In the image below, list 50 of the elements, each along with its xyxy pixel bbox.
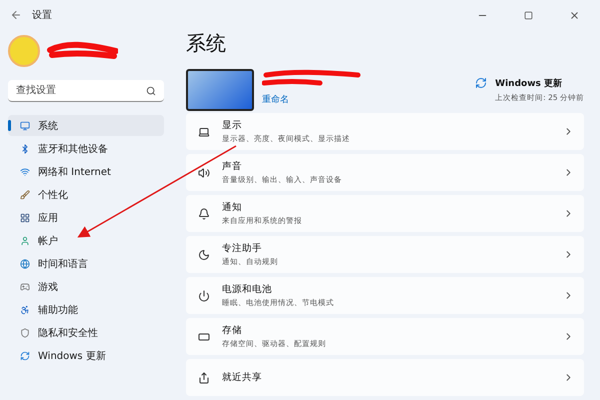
- device-image: [186, 69, 254, 111]
- card-title: 通知: [222, 201, 243, 214]
- card-title: 就近共享: [222, 371, 263, 384]
- settings-card[interactable]: 就近共享: [186, 359, 584, 396]
- nav-icon: [20, 190, 30, 200]
- card-icon: [198, 372, 210, 384]
- avatar: [8, 35, 40, 67]
- nav-icon: [20, 120, 30, 130]
- sidebar-item[interactable]: 时间和语言: [8, 253, 164, 274]
- search-field[interactable]: 查找设置: [8, 80, 164, 102]
- sidebar-item[interactable]: 蓝牙和其他设备: [8, 138, 164, 159]
- sidebar-item[interactable]: 辅助功能: [8, 299, 164, 320]
- back-icon[interactable]: [10, 9, 22, 21]
- page-title: 系统: [186, 30, 227, 57]
- card-icon: [198, 166, 210, 178]
- card-title: 显示: [222, 119, 243, 132]
- card-icon: [198, 248, 210, 260]
- window-title: 设置: [32, 8, 53, 22]
- redaction-scribble: [46, 40, 118, 62]
- nav-icon: [20, 166, 30, 176]
- nav-icon: [20, 258, 30, 268]
- update-title: Windows 更新: [495, 77, 564, 90]
- nav-icon: [20, 328, 30, 338]
- nav-icon: [20, 212, 30, 222]
- sidebar-item[interactable]: 帐户: [8, 230, 164, 251]
- maximize-icon: [524, 10, 532, 20]
- nav-icon: [20, 304, 30, 314]
- close-icon: [568, 10, 580, 20]
- nav-icon: [20, 350, 30, 360]
- nav-icon: [20, 236, 30, 246]
- update-icon: [475, 77, 488, 89]
- search-icon: [146, 86, 156, 96]
- rename-link[interactable]: 重命名: [262, 93, 476, 106]
- sidebar-item[interactable]: 系统: [8, 115, 164, 136]
- sidebar-item[interactable]: 隐私和安全性: [8, 322, 164, 343]
- card-icon: [198, 126, 210, 138]
- card-icon: [198, 208, 210, 220]
- card-title: 声音: [222, 160, 243, 173]
- sidebar-item[interactable]: 个性化: [8, 184, 164, 205]
- sidebar-item[interactable]: Windows 更新: [8, 345, 164, 366]
- card-title: 电源和电池: [222, 283, 273, 296]
- card-icon: [198, 330, 210, 342]
- card-title: 存储: [222, 324, 243, 337]
- card-icon: [198, 290, 210, 302]
- sidebar-item[interactable]: 应用: [8, 207, 164, 228]
- sidebar-item[interactable]: 游戏: [8, 276, 164, 297]
- card-title: 专注助手: [222, 242, 263, 255]
- nav-icon: [20, 282, 30, 292]
- nav-icon: [20, 144, 30, 154]
- sidebar-item[interactable]: 网络和 Internet: [8, 161, 164, 182]
